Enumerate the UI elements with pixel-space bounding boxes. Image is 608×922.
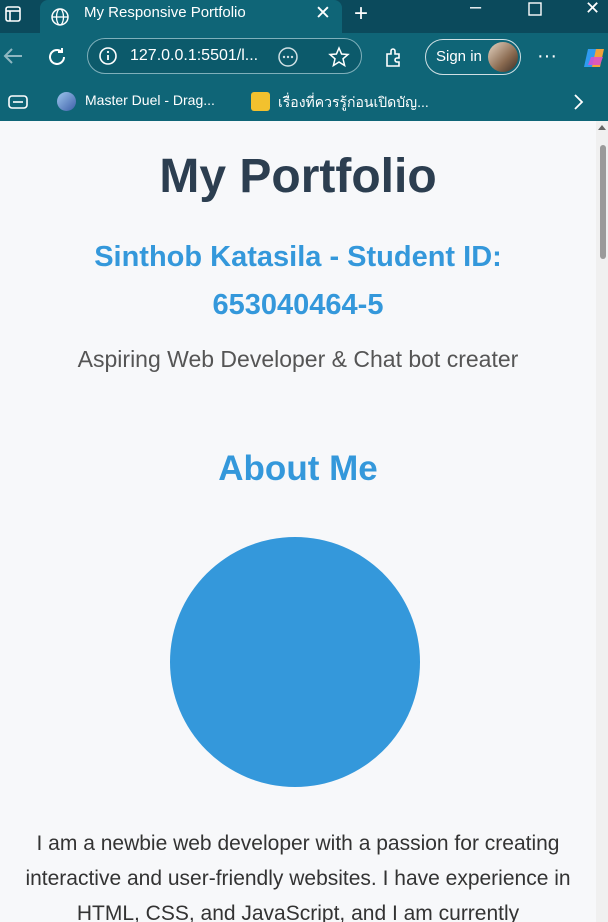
close-window-icon[interactable]: ✕ bbox=[585, 0, 600, 19]
new-tab-icon[interactable]: + bbox=[354, 0, 368, 28]
refresh-icon[interactable] bbox=[46, 46, 68, 73]
page-viewport: My Portfolio Sinthob Katasila - Student … bbox=[0, 121, 596, 922]
about-heading: About Me bbox=[218, 449, 378, 488]
about-text: I am a newbie web developer with a passi… bbox=[25, 832, 571, 922]
settings-menu-icon[interactable]: ··· bbox=[537, 45, 557, 68]
back-icon[interactable] bbox=[2, 45, 24, 72]
bookmarks-bar: Master Duel - Drag... เรื่องที่ควรรู้ก่อ… bbox=[0, 83, 608, 121]
address-bar[interactable]: 127.0.0.1:5501/l... bbox=[87, 38, 362, 74]
bookmark-2[interactable]: เรื่องที่ควรรู้ก่อนเปิดบัญ... bbox=[278, 92, 429, 114]
extensions-icon[interactable] bbox=[383, 46, 405, 73]
reading-list-icon[interactable] bbox=[8, 93, 28, 116]
globe-icon bbox=[50, 7, 70, 32]
browser-titlebar: My Responsive Portfolio ✕ + – ✕ bbox=[0, 0, 608, 33]
scroll-up-icon[interactable] bbox=[598, 125, 606, 130]
more-options-icon[interactable] bbox=[277, 46, 299, 73]
tab-actions-icon[interactable] bbox=[4, 5, 22, 28]
maximize-icon[interactable] bbox=[528, 2, 542, 21]
bookmark-2-favicon bbox=[251, 92, 270, 111]
page-title: My Portfolio bbox=[159, 150, 437, 203]
site-info-icon[interactable] bbox=[98, 46, 118, 71]
close-tab-icon[interactable]: ✕ bbox=[315, 2, 331, 25]
active-tab[interactable]: My Responsive Portfolio ✕ bbox=[40, 0, 342, 33]
profile-image-placeholder bbox=[170, 537, 420, 787]
favorite-star-icon[interactable] bbox=[328, 46, 350, 73]
scrollbar-thumb[interactable] bbox=[600, 145, 606, 259]
minimize-icon[interactable]: – bbox=[470, 0, 481, 19]
tagline: Aspiring Web Developer & Chat bot create… bbox=[77, 346, 519, 372]
chevron-right-icon[interactable] bbox=[572, 93, 584, 116]
page-scrollbar[interactable] bbox=[596, 121, 608, 922]
student-name-heading: Sinthob Katasila - Student ID: 653040464… bbox=[94, 241, 502, 321]
browser-toolbar: 127.0.0.1:5501/l... Sign in ··· bbox=[0, 33, 608, 83]
bookmark-1[interactable]: Master Duel - Drag... bbox=[85, 92, 215, 108]
url-text: 127.0.0.1:5501/l... bbox=[130, 47, 259, 64]
tab-title: My Responsive Portfolio bbox=[84, 4, 246, 21]
sign-in-label: Sign in bbox=[436, 48, 482, 65]
profile-avatar bbox=[488, 42, 518, 72]
bookmark-1-favicon bbox=[57, 92, 76, 111]
sign-in-button[interactable]: Sign in bbox=[425, 39, 521, 75]
copilot-icon[interactable] bbox=[582, 45, 608, 76]
